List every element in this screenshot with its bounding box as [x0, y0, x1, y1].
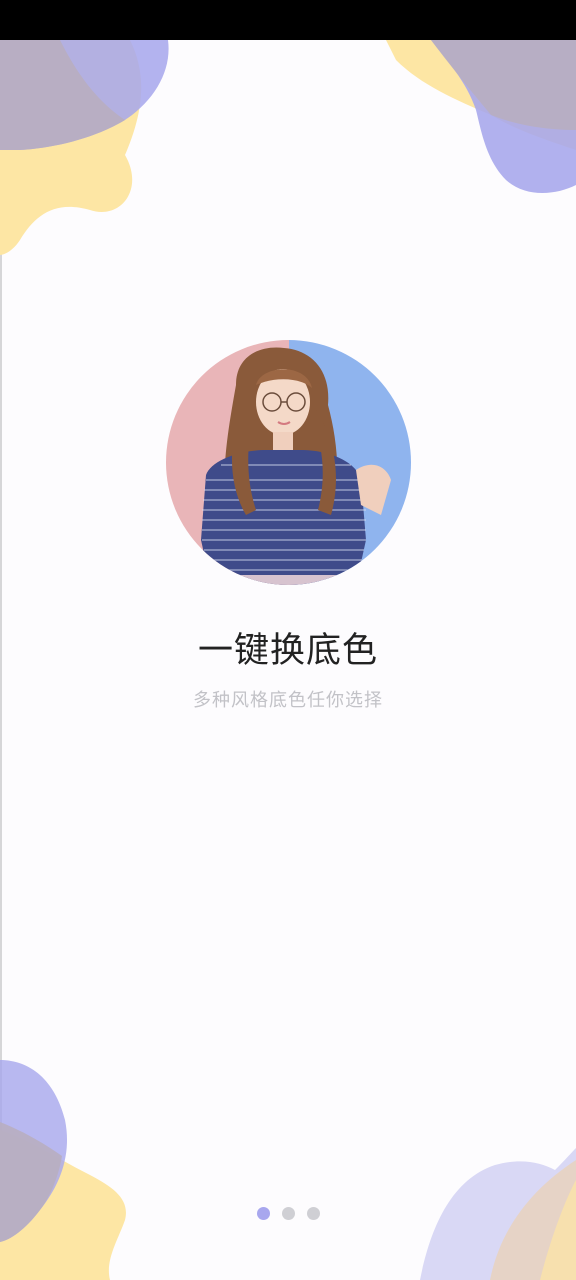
- page-dot-3[interactable]: [306, 1207, 320, 1220]
- decorative-blob-top-right: [386, 40, 576, 194]
- hero-photo: [166, 340, 411, 585]
- status-bar: [0, 0, 576, 40]
- onboarding-title: 一键换底色: [197, 631, 378, 671]
- page-indicator: [0, 1207, 576, 1220]
- decorative-blob-top-left: [0, 40, 169, 255]
- onboarding-subtitle: 多种风格底色任你选择: [193, 690, 383, 711]
- decorative-blob-bottom-left: [0, 1060, 126, 1280]
- page-dot-2[interactable]: [281, 1207, 295, 1220]
- page-dot-1[interactable]: [256, 1207, 270, 1220]
